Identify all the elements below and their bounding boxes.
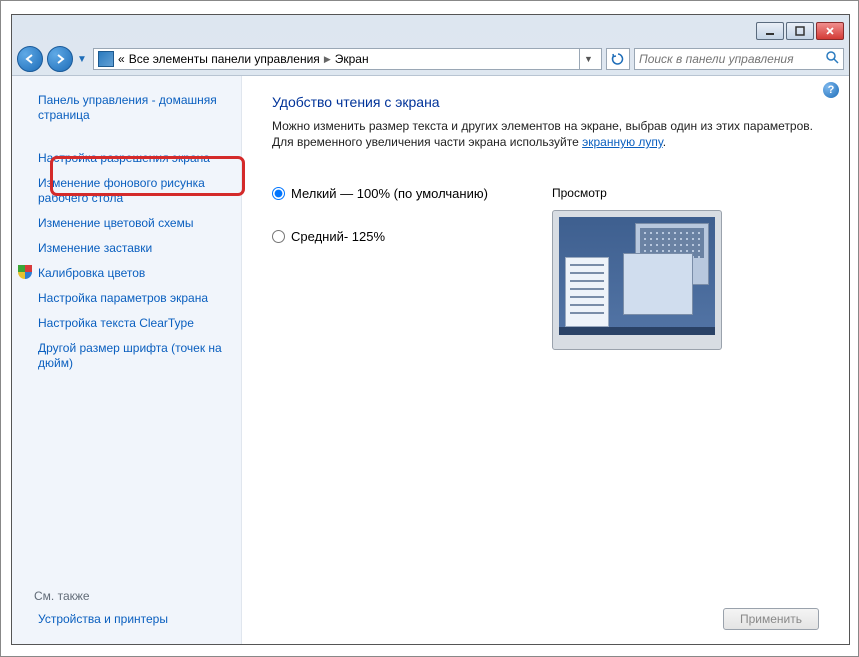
footer-row: Применить	[272, 604, 819, 630]
radio-medium[interactable]: Средний- 125%	[272, 229, 552, 244]
back-button[interactable]	[17, 46, 43, 72]
preview-screen	[559, 217, 715, 335]
window-frame: ▼ « Все элементы панели управления ▶ Экр…	[11, 14, 850, 645]
preview-window-2	[623, 253, 693, 315]
radio-medium-input[interactable]	[272, 230, 285, 243]
forward-button[interactable]	[47, 46, 73, 72]
breadcrumb[interactable]: « Все элементы панели управления ▶ Экран…	[93, 48, 602, 70]
see-also-devices[interactable]: Устройства и принтеры	[12, 607, 241, 632]
chevron-right-icon: ▶	[324, 54, 331, 65]
preview-taskbar	[559, 327, 715, 335]
search-box[interactable]	[634, 48, 844, 70]
main-content: Удобство чтения с экрана Можно изменить …	[242, 76, 849, 644]
magnifier-link[interactable]: экранную лупу	[582, 135, 663, 149]
page-title: Удобство чтения с экрана	[272, 94, 819, 110]
control-panel-home-link[interactable]: Панель управления - домашняя страница	[12, 88, 241, 128]
radio-column: Мелкий — 100% (по умолчанию) Средний- 12…	[272, 186, 552, 272]
breadcrumb-segment-2[interactable]: Экран	[335, 52, 369, 66]
sidebar-item-color-calibration[interactable]: Калибровка цветов	[12, 261, 241, 286]
close-button[interactable]	[816, 22, 844, 40]
maximize-button[interactable]	[786, 22, 814, 40]
preview-start-menu	[565, 257, 609, 327]
sidebar-item-resolution[interactable]: Настройка разрешения экрана	[12, 146, 241, 171]
breadcrumb-prefix: «	[118, 52, 125, 66]
navbar: ▼ « Все элементы панели управления ▶ Экр…	[12, 43, 849, 75]
sidebar: Панель управления - домашняя страница На…	[12, 76, 242, 644]
radio-medium-label: Средний- 125%	[291, 229, 385, 244]
apply-button[interactable]: Применить	[723, 608, 819, 630]
radio-small-input[interactable]	[272, 187, 285, 200]
body-area: ? Панель управления - домашняя страница …	[12, 75, 849, 644]
help-icon[interactable]: ?	[823, 82, 839, 98]
refresh-button[interactable]	[606, 48, 630, 70]
breadcrumb-dropdown-icon[interactable]: ▼	[579, 49, 597, 69]
sidebar-item-wallpaper[interactable]: Изменение фонового рисунка рабочего стол…	[12, 171, 241, 211]
page-description: Можно изменить размер текста и других эл…	[272, 118, 819, 150]
sidebar-item-dpi[interactable]: Другой размер шрифта (точек на дюйм)	[12, 336, 241, 376]
preview-monitor	[552, 210, 722, 350]
desc-text-2: .	[663, 135, 666, 149]
search-input[interactable]	[639, 52, 826, 66]
sidebar-item-cleartype[interactable]: Настройка текста ClearType	[12, 311, 241, 336]
preview-label: Просмотр	[552, 186, 722, 200]
desc-text-1: Можно изменить размер текста и других эл…	[272, 119, 813, 149]
sidebar-item-display-settings[interactable]: Настройка параметров экрана	[12, 286, 241, 311]
radio-small-label: Мелкий — 100% (по умолчанию)	[291, 186, 488, 201]
sidebar-item-color-scheme[interactable]: Изменение цветовой схемы	[12, 211, 241, 236]
options-row: Мелкий — 100% (по умолчанию) Средний- 12…	[272, 186, 819, 350]
radio-small[interactable]: Мелкий — 100% (по умолчанию)	[272, 186, 552, 201]
control-panel-icon	[98, 51, 114, 67]
breadcrumb-segment-1[interactable]: Все элементы панели управления	[129, 52, 320, 66]
titlebar	[12, 15, 849, 43]
search-icon[interactable]	[826, 51, 839, 67]
preview-column: Просмотр	[552, 186, 722, 350]
sidebar-item-screensaver[interactable]: Изменение заставки	[12, 236, 241, 261]
history-chevron-icon[interactable]: ▼	[77, 54, 89, 65]
minimize-button[interactable]	[756, 22, 784, 40]
see-also-title: См. также	[12, 583, 241, 607]
